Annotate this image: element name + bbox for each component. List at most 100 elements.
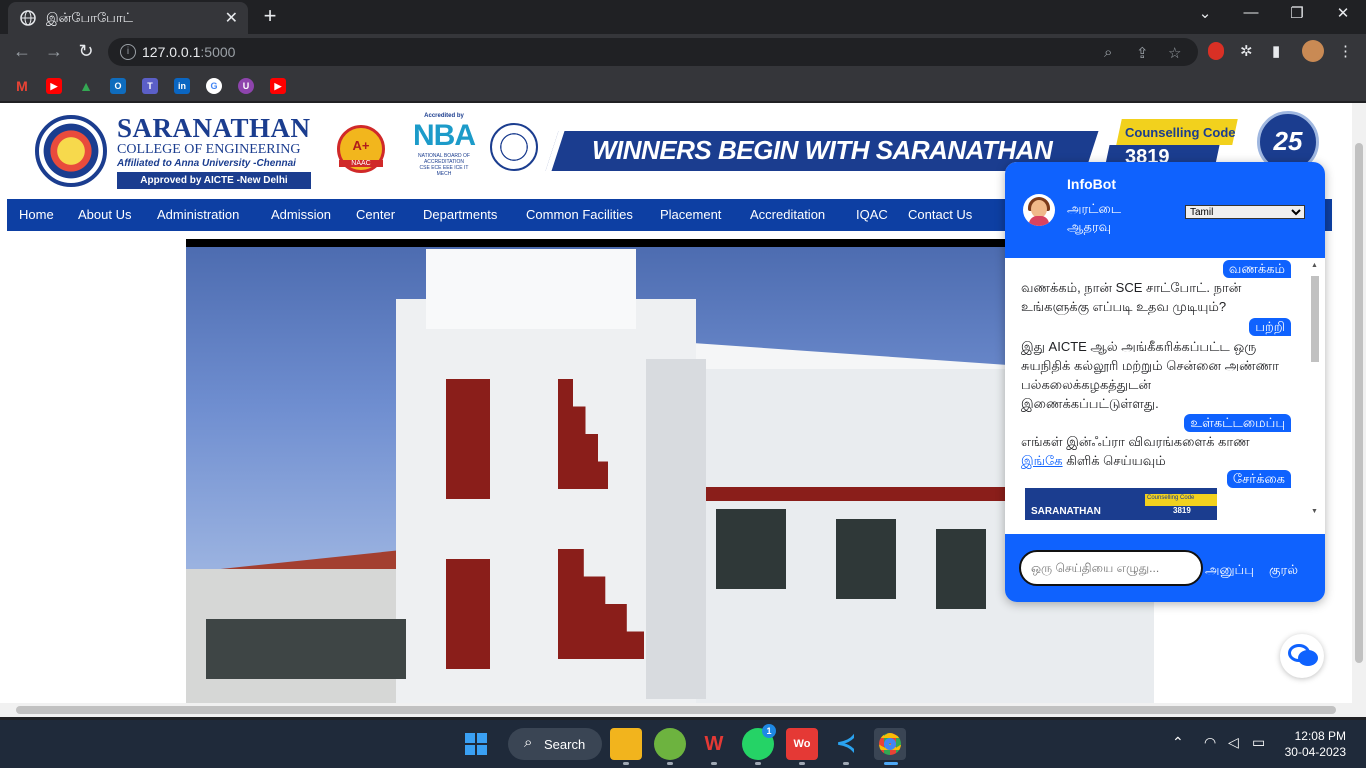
drive-icon[interactable]: ▲: [78, 78, 94, 94]
windows-taskbar: ⌕ Search W 1 Wo ≺ ⌃ ◠ ◁ ▭ 12:08 PM 30-04…: [0, 720, 1366, 768]
menu-item-home[interactable]: Home: [19, 199, 54, 231]
horizontal-scrollbar-thumb[interactable]: [16, 706, 1336, 714]
close-tab-icon[interactable]: ✕: [225, 8, 238, 28]
bot-message: எங்கள் இன்ஃப்ரா விவரங்களைக் காண இங்கே கி…: [1021, 432, 1291, 470]
back-icon[interactable]: ←: [10, 41, 34, 62]
wps-office-icon[interactable]: Wo: [786, 728, 818, 760]
outlook-icon[interactable]: O: [110, 78, 126, 94]
reload-icon[interactable]: ↻: [74, 41, 98, 62]
extensions-puzzle-icon[interactable]: ✲: [1240, 42, 1253, 60]
chat-scrollbar[interactable]: ▲ ▼: [1311, 262, 1319, 516]
menu-item-contact-us[interactable]: Contact Us: [908, 199, 972, 231]
chat-header: InfoBot அரட்டை ஆதரவு Tamil: [1005, 162, 1325, 258]
voice-button[interactable]: குரல்: [1269, 562, 1298, 579]
browser-tab[interactable]: இன்போபோட் ✕: [8, 2, 248, 34]
chat-scroll-down-icon[interactable]: ▼: [1311, 508, 1318, 515]
bookmark-star-icon[interactable]: ☆: [1168, 44, 1181, 62]
volume-icon[interactable]: ◁: [1228, 734, 1239, 751]
taskbar-search-label: Search: [544, 737, 586, 752]
admission-banner-code-label: Counselling Code: [1147, 495, 1195, 501]
close-window-button[interactable]: ✕: [1320, 4, 1366, 22]
youtube-icon[interactable]: ▶: [46, 78, 62, 94]
banner-slogan: WINNERS BEGIN WITH SARANATHAN: [592, 135, 1053, 165]
clock-time: 12:08 PM: [1294, 729, 1346, 743]
maximize-button[interactable]: ❐: [1274, 4, 1320, 22]
language-select[interactable]: Tamil: [1185, 205, 1305, 219]
browser-menu-icon[interactable]: ⋮: [1338, 42, 1353, 60]
horizontal-scrollbar[interactable]: [0, 703, 1366, 717]
user-message: வணக்கம்: [1222, 260, 1291, 278]
chat-scrollbar-thumb[interactable]: [1311, 276, 1319, 362]
forward-icon[interactable]: →: [42, 41, 66, 62]
minimize-button[interactable]: —: [1228, 4, 1274, 21]
hero-window: [836, 519, 896, 599]
bookmarks-bar: M ▶ ▲ O T in G U ▶: [0, 70, 1366, 102]
battery-icon[interactable]: ▭: [1252, 734, 1265, 751]
side-panel-icon[interactable]: ▮: [1272, 42, 1280, 60]
system-clock[interactable]: 12:08 PM 30-04-2023: [1280, 728, 1346, 760]
college-logo[interactable]: [35, 115, 107, 187]
linkedin-icon[interactable]: in: [174, 78, 190, 94]
hero-window: [716, 509, 786, 589]
infra-link[interactable]: இங்கே: [1021, 453, 1063, 468]
browser-toolbar: ← → ↻ i 127.0.0.1:5000 ⌕ ⇪ ☆: [0, 34, 1366, 70]
wps-writer-icon[interactable]: W: [698, 728, 730, 760]
menu-item-common-facilities[interactable]: Common Facilities: [526, 199, 633, 231]
new-tab-button[interactable]: +: [258, 3, 282, 29]
nba-board-text: NATIONAL BOARD OF ACCREDITATION: [418, 153, 470, 165]
menu-item-placement[interactable]: Placement: [660, 199, 721, 231]
infobot-chat-window: InfoBot அரட்டை ஆதரவு Tamil வணக்கம் வணக்க…: [1005, 162, 1325, 602]
hero-tower-side: [646, 359, 706, 699]
chat-subtitle: அரட்டை ஆதரவு: [1067, 201, 1122, 234]
whatsapp-icon[interactable]: 1: [742, 724, 776, 760]
site-info-icon[interactable]: i: [120, 44, 136, 60]
file-explorer-icon[interactable]: [610, 728, 642, 760]
chat-scroll-up-icon[interactable]: ▲: [1311, 262, 1318, 269]
extension-red-icon[interactable]: [1208, 42, 1224, 60]
start-button[interactable]: [460, 728, 492, 760]
url-text[interactable]: 127.0.0.1:5000: [142, 44, 235, 60]
taskbar-search[interactable]: ⌕ Search: [508, 728, 602, 760]
nba-departments-text: CSE ECE EEE ICE IT MECH: [419, 165, 469, 177]
zoom-icon[interactable]: ⌕: [1104, 44, 1112, 61]
vertical-scrollbar[interactable]: [1352, 103, 1366, 703]
admission-banner-title: SARANATHAN: [1031, 506, 1101, 517]
share-icon[interactable]: ⇪: [1136, 44, 1149, 62]
app-running-indicator: [843, 762, 849, 765]
menu-item-center[interactable]: Center: [356, 199, 395, 231]
user-message: சேர்க்கை: [1226, 470, 1291, 488]
chat-messages[interactable]: வணக்கம் வணக்கம், நான் SCE சாட்போட். நான்…: [1005, 258, 1325, 520]
app-running-indicator: [711, 762, 717, 765]
spring-tool-icon[interactable]: [654, 728, 686, 760]
teams-icon[interactable]: T: [142, 78, 158, 94]
vscode-icon[interactable]: ≺: [830, 728, 862, 760]
chrome-icon[interactable]: [874, 728, 906, 760]
address-bar[interactable]: i 127.0.0.1:5000 ⌕ ⇪ ☆: [108, 38, 1198, 66]
chat-bubble-icon-fill: [1298, 650, 1318, 666]
menu-item-administration[interactable]: Administration: [157, 199, 239, 231]
menu-item-accreditation[interactable]: Accreditation: [750, 199, 825, 231]
tray-overflow-icon[interactable]: ⌃: [1172, 734, 1184, 751]
menu-item-iqac[interactable]: IQAC: [856, 199, 888, 231]
chat-toggle-button[interactable]: [1280, 634, 1324, 678]
hero-red-panel: [446, 379, 490, 499]
user-message: உள்கட்டமைப்பு: [1184, 414, 1291, 432]
bookmark-purple-icon[interactable]: U: [238, 78, 254, 94]
menu-item-about-us[interactable]: About Us: [78, 199, 131, 231]
gmail-icon[interactable]: M: [14, 78, 30, 94]
profile-avatar[interactable]: [1302, 40, 1324, 62]
vertical-scrollbar-thumb[interactable]: [1355, 143, 1363, 663]
chat-message-input[interactable]: [1019, 550, 1203, 586]
menu-item-admission[interactable]: Admission: [271, 199, 331, 231]
tab-search-icon[interactable]: ⌄: [1182, 4, 1228, 22]
affiliation-text: Affiliated to Anna University -Chennai: [117, 158, 296, 169]
menu-item-departments[interactable]: Departments: [423, 199, 497, 231]
bot-avatar: [1023, 194, 1055, 226]
youtube-icon-2[interactable]: ▶: [270, 78, 286, 94]
wifi-icon[interactable]: ◠: [1204, 734, 1216, 751]
chat-title: InfoBot: [1067, 176, 1116, 192]
nba-logo-text: NBA: [413, 119, 476, 152]
bot-message-text: எங்கள் இன்ஃப்ரா விவரங்களைக் காண: [1021, 434, 1250, 449]
send-button[interactable]: அனுப்பு: [1205, 562, 1254, 579]
google-icon[interactable]: G: [206, 78, 222, 94]
